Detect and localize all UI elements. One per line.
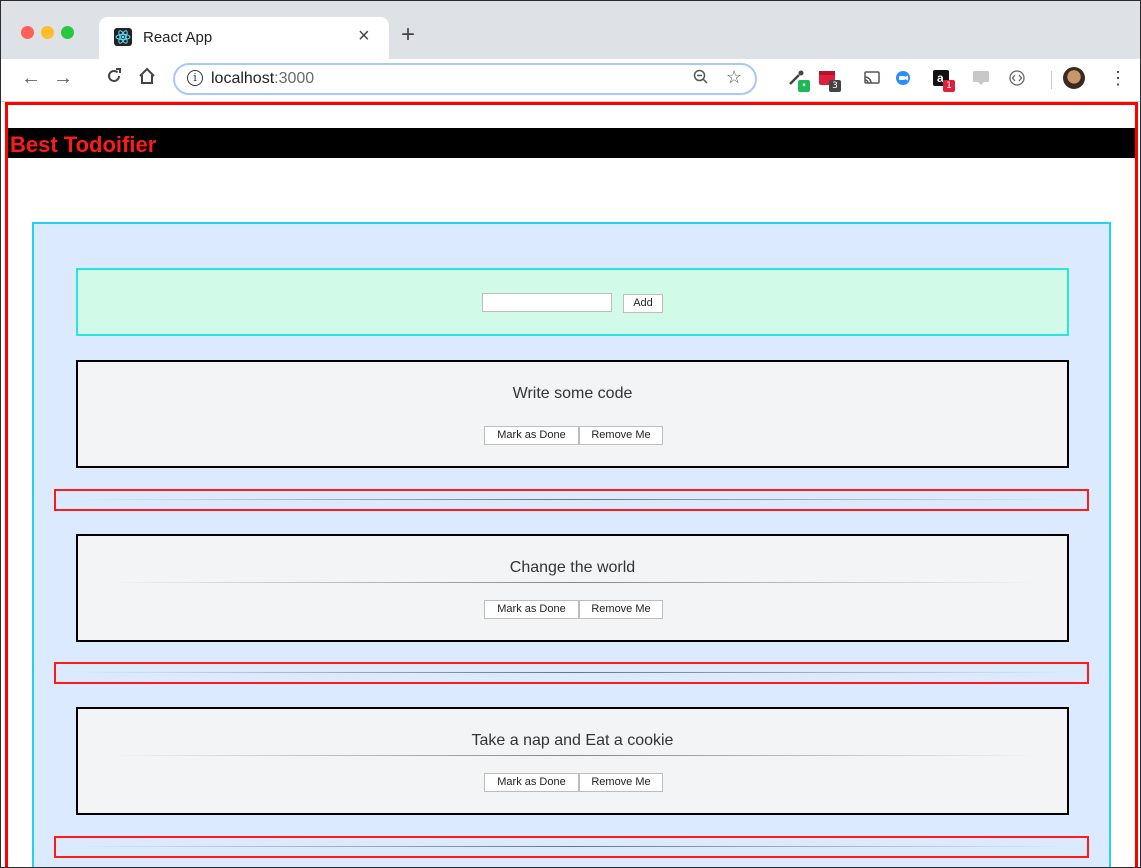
reload-icon[interactable] (105, 67, 123, 90)
todo-item: Change the world Mark as Done Remove Me (76, 534, 1069, 642)
new-tab-button[interactable]: + (401, 23, 415, 47)
divider-line (76, 499, 1067, 500)
todo-app: Best Todoifier Add Write some code Mark … (5, 102, 1138, 867)
browser-window: React App × + ← → i localhost:3000 ☆ • 3 (0, 0, 1141, 868)
forward-arrow-icon[interactable]: → (53, 67, 73, 89)
todo-text: Take a nap and Eat a cookie (471, 732, 674, 749)
remove-me-button[interactable]: Remove Me (579, 426, 663, 445)
todo-separator-line (108, 755, 1037, 756)
divider-line (76, 672, 1067, 673)
extension-badge: 3 (829, 80, 841, 92)
minimize-window-button[interactable] (41, 26, 54, 39)
react-favicon-icon (114, 28, 132, 46)
remove-me-button[interactable]: Remove Me (579, 600, 663, 619)
todo-item: Take a nap and Eat a cookie Mark as Done… (76, 707, 1069, 815)
code-extension-icon[interactable] (1008, 69, 1026, 87)
site-info-icon[interactable]: i (187, 70, 203, 86)
bookmark-star-icon[interactable]: ☆ (726, 67, 742, 88)
add-button[interactable]: Add (623, 294, 663, 313)
new-todo-input[interactable] (482, 293, 612, 312)
extension-badge: • (798, 80, 810, 92)
todo-separator-line (108, 582, 1037, 583)
todo-text: Change the world (509, 559, 636, 576)
divider-line (76, 846, 1067, 847)
zoom-extension-icon[interactable] (894, 69, 912, 87)
todo-list: Add Write some code Mark as Done Remove … (32, 222, 1111, 867)
profile-avatar[interactable] (1063, 67, 1085, 89)
app-header: Best Todoifier (8, 128, 1135, 158)
todo-divider (54, 836, 1089, 858)
close-tab-icon[interactable]: × (358, 26, 370, 46)
url-text: localhost:3000 (211, 70, 314, 88)
eyedropper-extension-icon[interactable]: • (787, 69, 810, 92)
browser-menu-icon[interactable]: ⋮ (1109, 67, 1127, 89)
tab-strip: React App × + (1, 1, 1140, 59)
red-extension-icon[interactable]: 3 (818, 69, 841, 92)
todo-text: Write some code (512, 385, 633, 402)
back-arrow-icon[interactable]: ← (21, 67, 41, 89)
new-todo-form: Add (76, 268, 1069, 336)
extension-badge: 1 (943, 80, 955, 92)
css-extension-icon[interactable] (972, 69, 990, 87)
cast-icon[interactable] (863, 69, 881, 87)
tab-react-app[interactable]: React App × (99, 17, 389, 59)
amazon-extension-icon[interactable]: a 1 (932, 69, 955, 92)
mark-as-done-button[interactable]: Mark as Done (484, 426, 579, 445)
app-title: Best Todoifier (10, 132, 157, 157)
mark-as-done-button[interactable]: Mark as Done (484, 600, 579, 619)
close-window-button[interactable] (21, 26, 34, 39)
address-bar[interactable]: i localhost:3000 ☆ (173, 63, 757, 95)
home-icon[interactable] (137, 67, 157, 90)
toolbar-separator (1051, 71, 1052, 89)
maximize-window-button[interactable] (61, 26, 74, 39)
todo-item: Write some code Mark as Done Remove Me (76, 360, 1069, 468)
url-port: :3000 (274, 70, 315, 87)
tab-title: React App (143, 29, 213, 46)
zoom-out-icon[interactable] (693, 69, 709, 90)
todo-divider (54, 489, 1089, 511)
browser-toolbar: ← → i localhost:3000 ☆ • 3 a 1 ⋮ (1, 59, 1140, 102)
mark-as-done-button[interactable]: Mark as Done (484, 773, 579, 792)
page-viewport: Best Todoifier Add Write some code Mark … (1, 102, 1140, 867)
todo-divider (54, 662, 1089, 684)
url-host: localhost (211, 70, 275, 87)
remove-me-button[interactable]: Remove Me (579, 773, 663, 792)
